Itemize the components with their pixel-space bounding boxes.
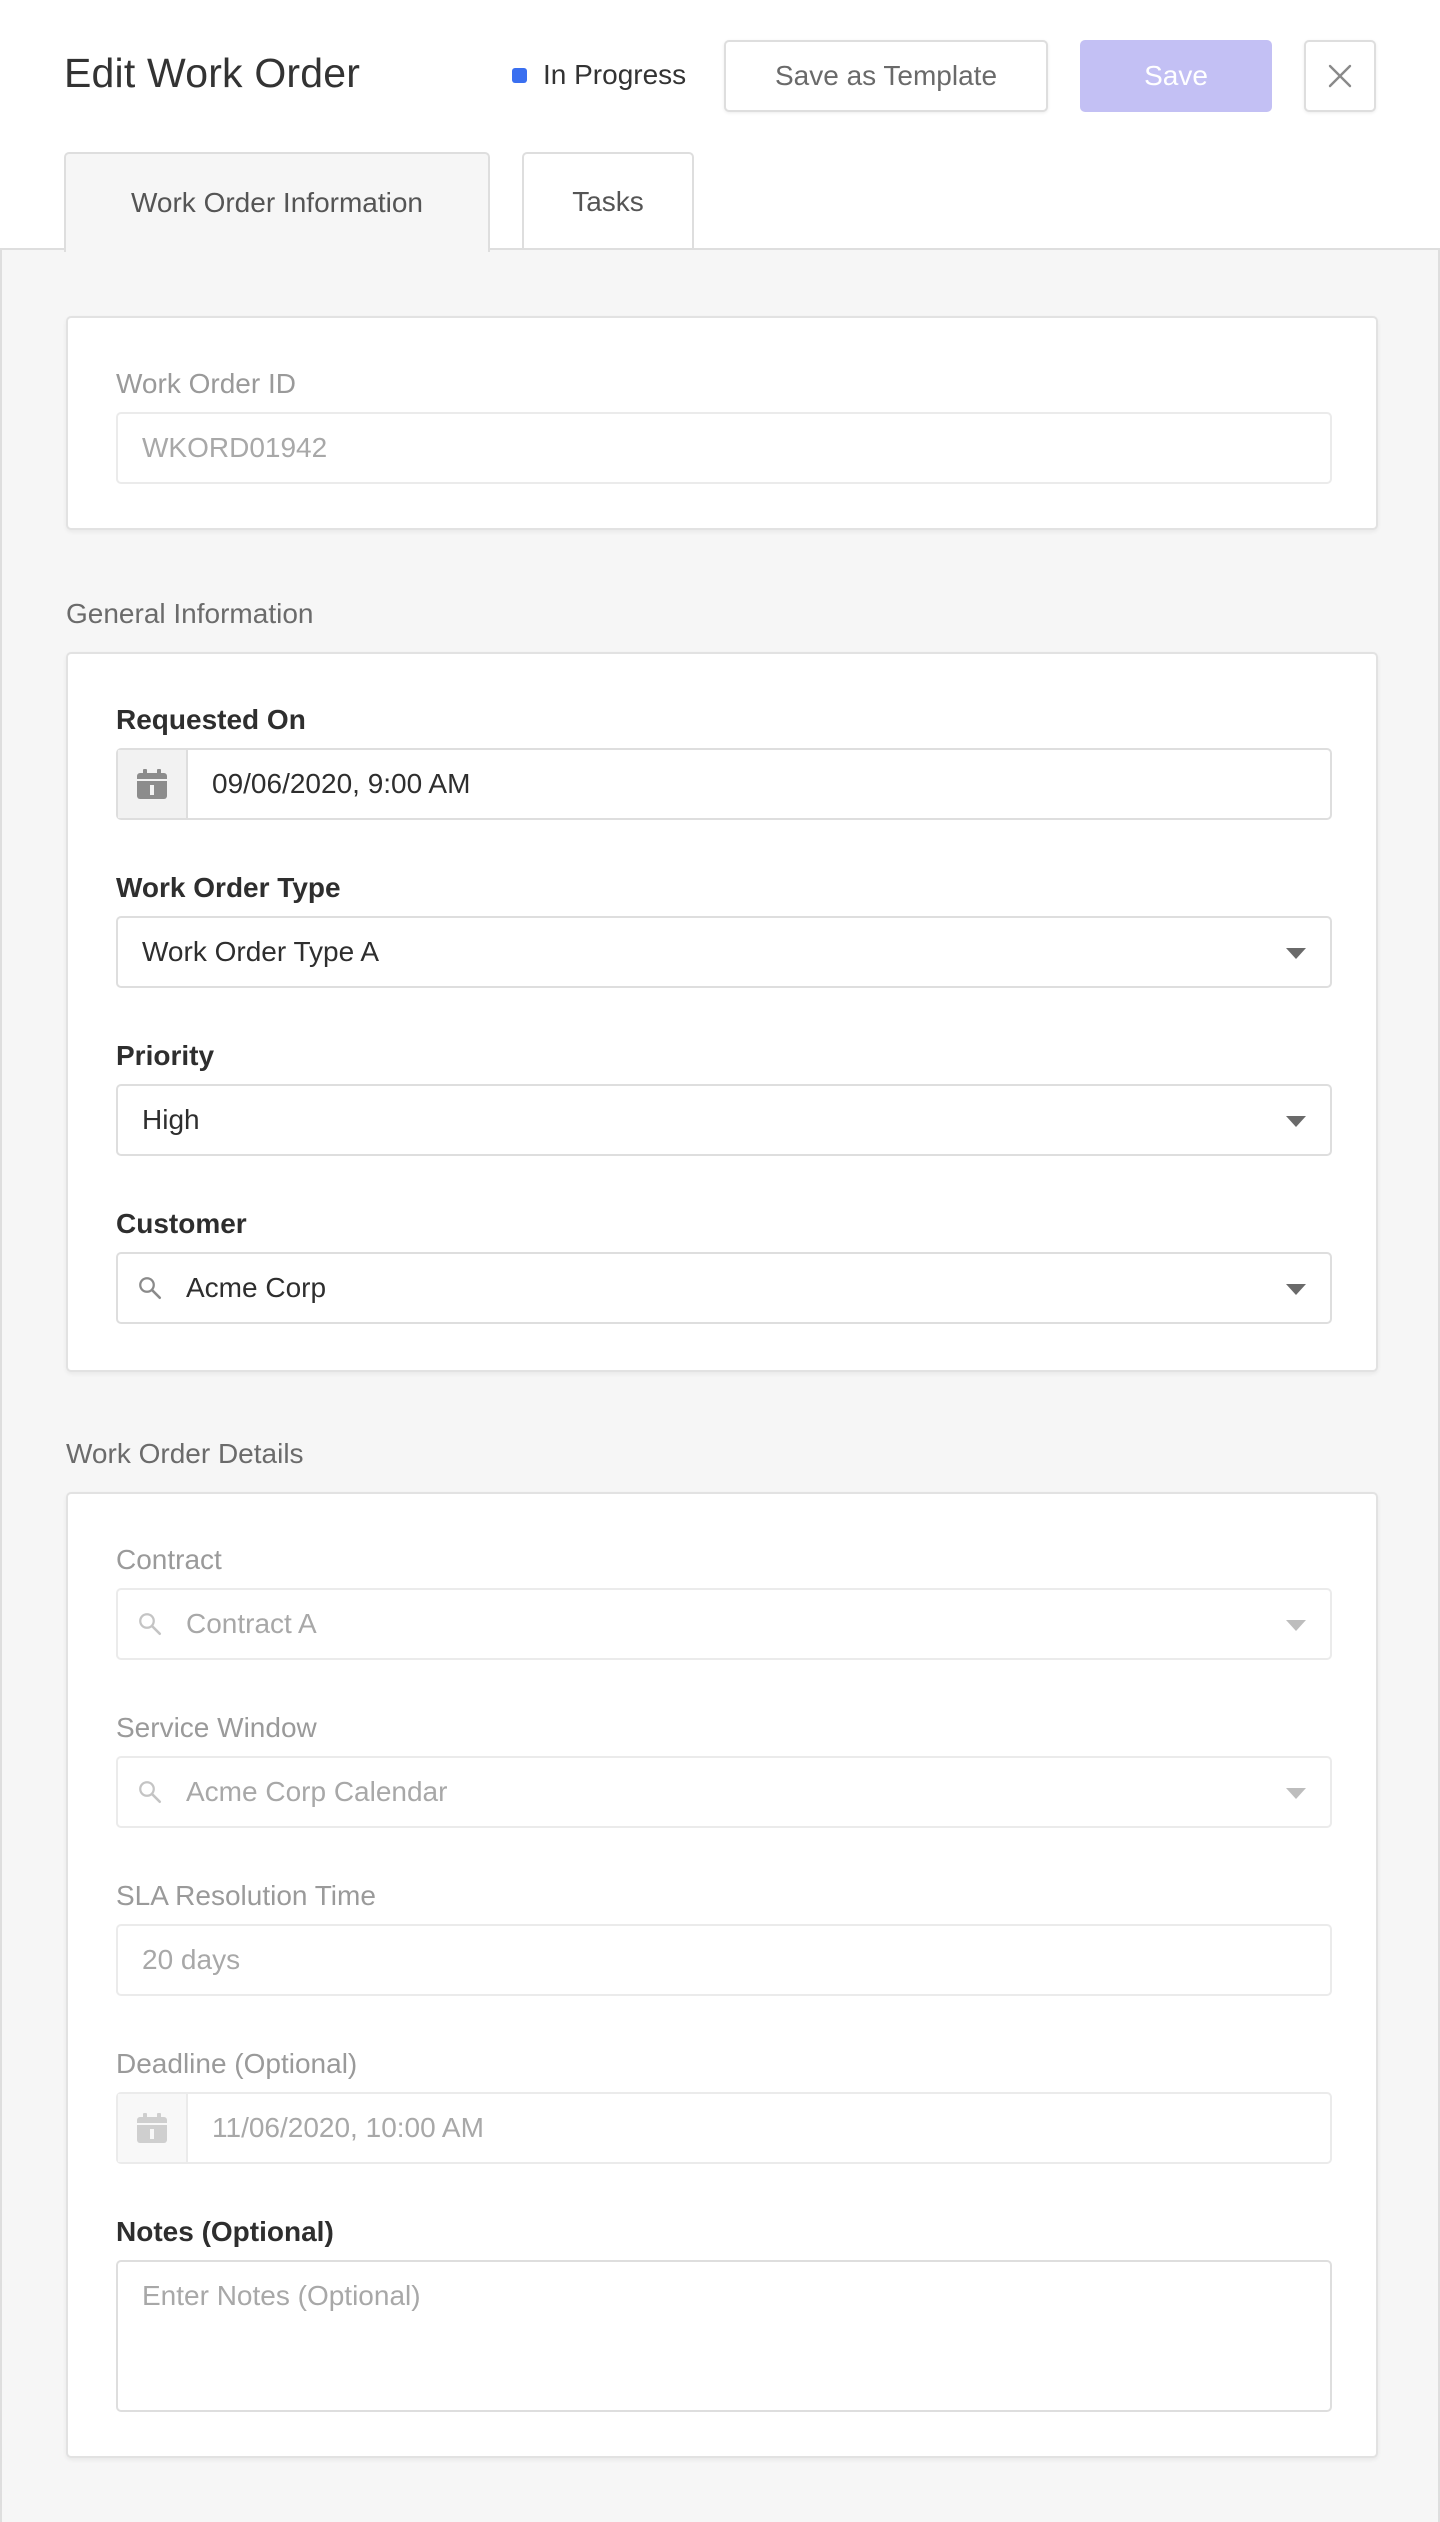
priority-select[interactable]: High [116, 1084, 1332, 1156]
sla-resolution-time-field: 20 days [116, 1924, 1332, 1996]
requested-on-value: 09/06/2020, 9:00 AM [212, 768, 471, 799]
work-order-details-card: Contract Contract A Service Window Acme … [66, 1492, 1378, 2458]
calendar-icon [118, 2094, 188, 2162]
requested-on-label: Requested On [116, 704, 306, 735]
contract-value: Contract A [186, 1608, 317, 1639]
deadline-value: 11/06/2020, 10:00 AM [212, 2112, 484, 2143]
calendar-icon[interactable] [118, 750, 188, 818]
customer-select[interactable]: Acme Corp [116, 1252, 1332, 1324]
customer-label: Customer [116, 1208, 247, 1239]
close-button[interactable] [1304, 40, 1376, 112]
chevron-down-icon [1286, 1788, 1306, 1799]
page-title: Edit Work Order [64, 50, 361, 96]
priority-value: High [142, 1104, 200, 1135]
tab-content: Work Order ID WKORD01942 General Informa… [0, 248, 1440, 2522]
contract-label: Contract [116, 1544, 222, 1575]
status-label: In Progress [543, 59, 687, 90]
contract-select: Contract A [116, 1588, 1332, 1660]
work-order-id-field: WKORD01942 [116, 412, 1332, 484]
tab-tasks[interactable]: Tasks [522, 152, 694, 250]
search-icon [138, 1776, 162, 1808]
save-button[interactable]: Save [1080, 40, 1272, 112]
chevron-down-icon[interactable] [1286, 1116, 1306, 1127]
chevron-down-icon[interactable] [1286, 1284, 1306, 1295]
work-order-type-select[interactable]: Work Order Type A [116, 916, 1332, 988]
customer-value: Acme Corp [186, 1272, 327, 1303]
sla-resolution-time-value: 20 days [142, 1944, 241, 1975]
search-icon [138, 1608, 162, 1640]
header: Edit Work Order In Progress Save as Temp… [0, 0, 1440, 156]
service-window-select: Acme Corp Calendar [116, 1756, 1332, 1828]
work-order-type-label: Work Order Type [116, 872, 341, 903]
deadline-field: 11/06/2020, 10:00 AM [116, 2092, 1332, 2164]
status-dot-icon [512, 67, 527, 83]
deadline-label: Deadline (Optional) [116, 2048, 358, 2079]
notes-textarea[interactable] [116, 2260, 1332, 2412]
sla-resolution-time-label: SLA Resolution Time [116, 1880, 376, 1911]
save-as-template-button[interactable]: Save as Template [724, 40, 1048, 112]
status-indicator: In Progress [512, 59, 687, 90]
general-information-card: Requested On 09/06/2020, 9:00 AM Work Or… [66, 652, 1378, 1372]
notes-label: Notes (Optional) [116, 2216, 334, 2247]
priority-label: Priority [116, 1040, 215, 1071]
work-order-id-label: Work Order ID [116, 368, 296, 399]
service-window-label: Service Window [116, 1712, 317, 1743]
work-order-id-card: Work Order ID WKORD01942 [66, 316, 1378, 530]
tab-work-order-information[interactable]: Work Order Information [64, 152, 490, 252]
general-information-heading: General Information [66, 598, 314, 629]
close-icon [1328, 64, 1352, 88]
chevron-down-icon[interactable] [1286, 948, 1306, 959]
requested-on-field[interactable]: 09/06/2020, 9:00 AM [116, 748, 1332, 820]
work-order-type-value: Work Order Type A [142, 936, 380, 967]
chevron-down-icon [1286, 1620, 1306, 1631]
work-order-id-value: WKORD01942 [142, 432, 328, 463]
search-icon [138, 1272, 162, 1304]
service-window-value: Acme Corp Calendar [186, 1776, 448, 1807]
work-order-details-heading: Work Order Details [66, 1438, 304, 1469]
